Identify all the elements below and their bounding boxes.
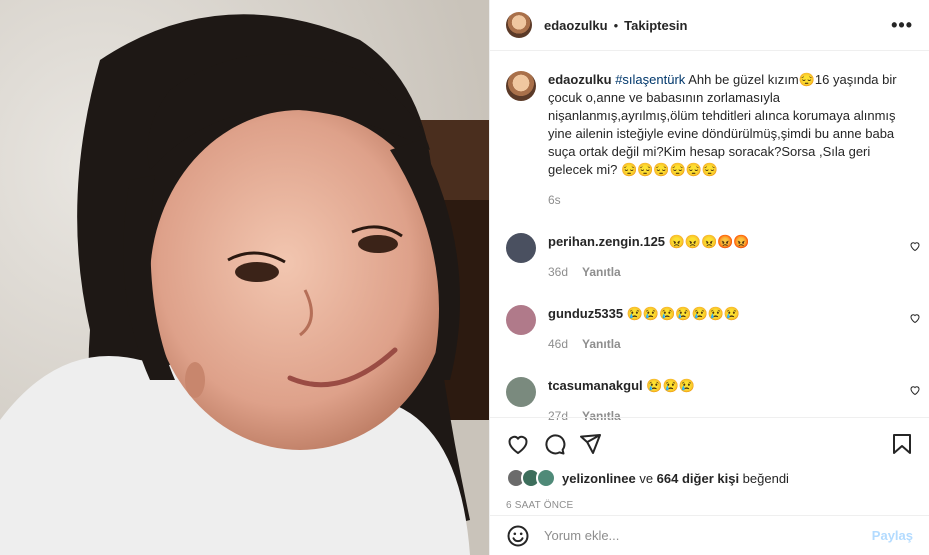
follow-status[interactable]: Takiptesin xyxy=(624,18,687,33)
caption-avatar[interactable] xyxy=(506,71,536,101)
comment-meta: 46d Yanıtla xyxy=(548,335,740,353)
instagram-post: edaozulku • Takiptesin ••• edaozulku #sı… xyxy=(0,0,929,555)
liker-avatars xyxy=(506,468,556,488)
like-comment-heart-icon[interactable] xyxy=(909,312,921,324)
reply-button[interactable]: Yanıtla xyxy=(582,265,621,279)
likes-suffix: beğendi xyxy=(739,470,789,486)
reply-button[interactable]: Yanıtla xyxy=(582,337,621,351)
post-header: edaozulku • Takiptesin ••• xyxy=(490,0,929,51)
post-actions: yelizonlinee ve 664 diğer kişi beğendi 6… xyxy=(490,417,929,511)
caption: edaozulku #sılaşentürk Ahh be güzel kızı… xyxy=(506,71,921,209)
commenter-avatar[interactable] xyxy=(506,233,536,263)
commenter-username[interactable]: tcasumanakgul xyxy=(548,378,643,393)
separator-dot: • xyxy=(613,17,619,33)
post-photo[interactable] xyxy=(0,0,489,555)
author-avatar[interactable] xyxy=(506,12,532,38)
caption-hashtag[interactable]: #sılaşentürk xyxy=(615,72,685,87)
comment-meta: 36d Yanıtla xyxy=(548,263,750,281)
post-sidebar: edaozulku • Takiptesin ••• edaozulku #sı… xyxy=(489,0,929,555)
add-comment-bar: Paylaş xyxy=(490,515,929,555)
comment-text: 😢😢😢😢😢😢😢 xyxy=(623,306,741,321)
caption-age[interactable]: 6s xyxy=(548,193,561,207)
comment-bubble-icon[interactable] xyxy=(542,432,566,456)
likes-summary: yelizonlinee ve 664 diğer kişi beğendi xyxy=(506,468,913,488)
like-comment-heart-icon[interactable] xyxy=(909,384,921,396)
likes-count-link[interactable]: 664 diğer kişi xyxy=(657,471,739,486)
commenter-username[interactable]: gunduz5335 xyxy=(548,306,623,321)
comment-body: gunduz5335 😢😢😢😢😢😢😢 46d Yanıtla xyxy=(548,305,740,353)
likes-connector: ve xyxy=(635,470,657,486)
comment-age[interactable]: 36d xyxy=(548,265,568,279)
comment-input[interactable] xyxy=(542,527,872,544)
caption-body: edaozulku #sılaşentürk Ahh be güzel kızı… xyxy=(548,71,918,209)
commenter-avatar[interactable] xyxy=(506,305,536,335)
emoji-icon[interactable] xyxy=(506,524,530,548)
post-timestamp[interactable]: 6 SAAT ÖNCE xyxy=(506,500,913,511)
liker-avatar[interactable] xyxy=(536,468,556,488)
commenter-username[interactable]: perihan.zengin.125 xyxy=(548,234,665,249)
portrait-image xyxy=(0,0,489,555)
like-comment-heart-icon[interactable] xyxy=(909,240,921,252)
comment-item: perihan.zengin.125 😠😠😠😡😡 36d Yanıtla xyxy=(506,233,921,281)
comment-item: gunduz5335 😢😢😢😢😢😢😢 46d Yanıtla xyxy=(506,305,921,353)
commenter-avatar[interactable] xyxy=(506,377,536,407)
comment-text: 😠😠😠😡😡 xyxy=(665,234,750,249)
more-options-icon[interactable]: ••• xyxy=(891,15,913,36)
like-heart-icon[interactable] xyxy=(506,432,530,456)
action-icons xyxy=(506,426,913,462)
caption-meta: 6s xyxy=(548,191,918,209)
comment-age[interactable]: 46d xyxy=(548,337,568,351)
comments-section: edaozulku #sılaşentürk Ahh be güzel kızı… xyxy=(490,51,929,425)
comment-text: 😢😢😢 xyxy=(642,378,695,393)
comment-body: perihan.zengin.125 😠😠😠😡😡 36d Yanıtla xyxy=(548,233,750,281)
caption-text: Ahh be güzel kızım😔16 yaşında bir çocuk … xyxy=(548,72,897,177)
share-send-icon[interactable] xyxy=(578,432,602,456)
post-comment-button[interactable]: Paylaş xyxy=(872,528,913,543)
save-bookmark-icon[interactable] xyxy=(891,432,913,456)
author-username[interactable]: edaozulku xyxy=(544,18,608,33)
first-liker-username[interactable]: yelizonlinee xyxy=(562,471,636,486)
caption-username[interactable]: edaozulku xyxy=(548,72,612,87)
